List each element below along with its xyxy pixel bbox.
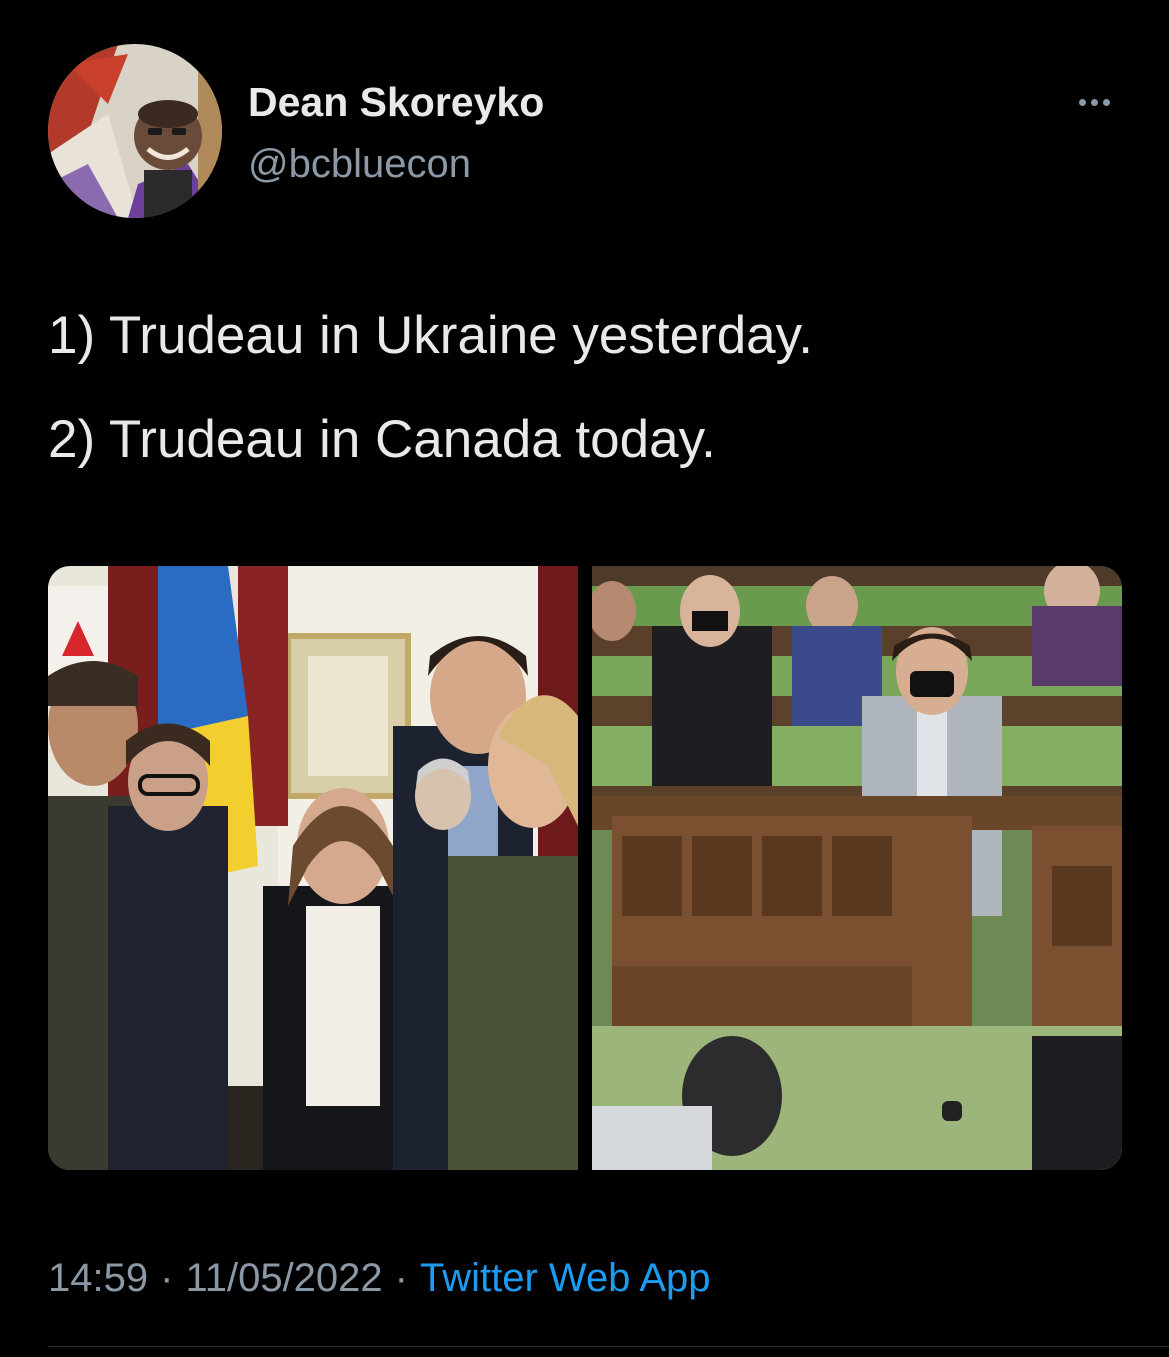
photo-canada-parliament[interactable] [592,566,1122,1170]
tweet-text: 1) Trudeau in Ukraine yesterday. 2) Trud… [48,304,1128,512]
display-name[interactable]: Dean Skoreyko [248,78,544,126]
metadata-separator: · [394,1256,408,1300]
metadata-separator: · [160,1256,174,1300]
tweet-time[interactable]: 14:59 [48,1256,148,1300]
tweet-date[interactable]: 11/05/2022 [185,1256,382,1300]
avatar[interactable] [48,44,222,218]
photo-ukraine-meeting[interactable] [48,566,578,1170]
avatar-image [48,44,222,218]
tweet-metadata: 14:59 · 11/05/2022 · Twitter Web App [48,1250,711,1306]
divider [48,1346,1169,1347]
tweet-source-link[interactable]: Twitter Web App [420,1256,711,1300]
more-horizontal-icon [1102,98,1110,106]
tweet-line-1: 1) Trudeau in Ukraine yesterday. [48,306,813,365]
tweet: Dean Skoreyko @bcbluecon 1) Trudeau in U… [0,0,1169,1357]
more-options-button[interactable] [1066,86,1122,118]
media-grid [48,566,1122,1170]
user-handle[interactable]: @bcbluecon [248,140,471,188]
more-horizontal-icon [1078,98,1086,106]
photo-ukraine-meeting-image [48,566,578,1170]
more-horizontal-icon [1090,98,1098,106]
tweet-line-2: 2) Trudeau in Canada today. [48,410,716,469]
photo-canada-parliament-image [592,566,1122,1170]
